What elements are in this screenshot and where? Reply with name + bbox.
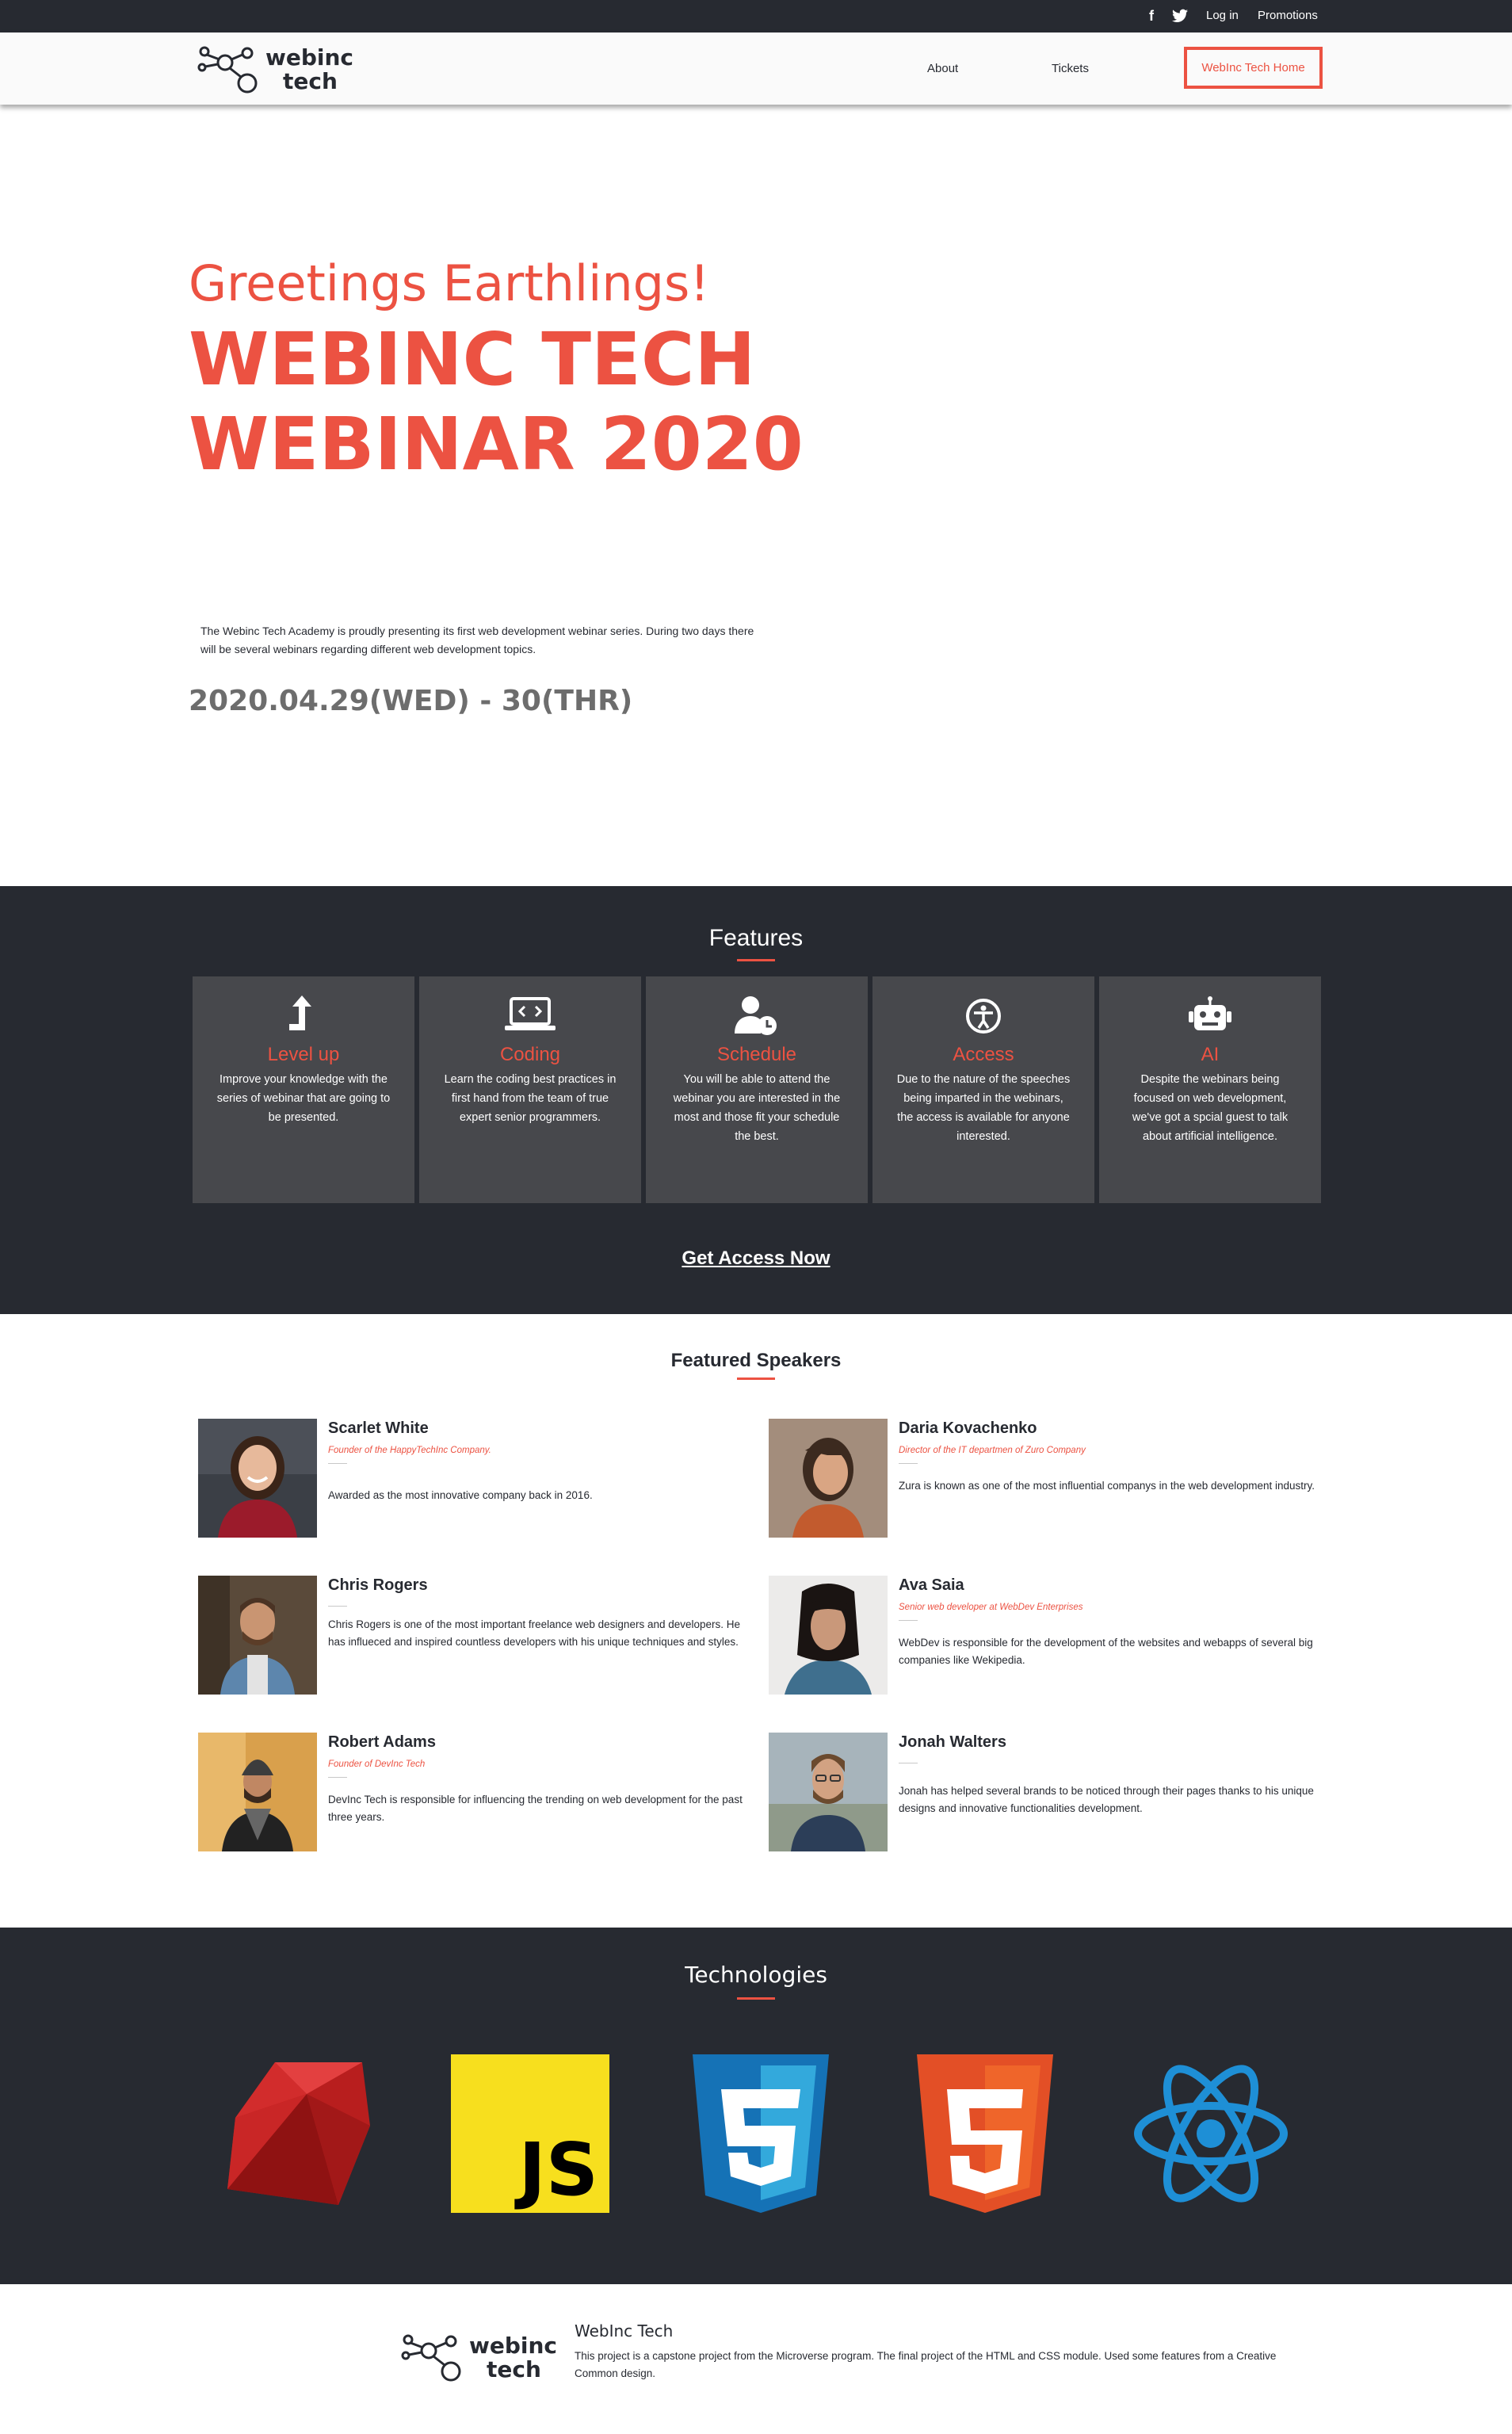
speaker-divider — [328, 1777, 347, 1778]
speaker-photo-chris-rogers — [198, 1576, 317, 1695]
technologies-heading: Technologies — [685, 1962, 827, 1988]
footer-logo-text-line1: webinc — [469, 2333, 558, 2359]
top-bar: f Log in Promotions — [0, 0, 1512, 32]
twitter-icon[interactable] — [1171, 7, 1189, 25]
speaker-bio: DevInc Tech is responsible for influenci… — [328, 1794, 743, 1823]
main-header: webinc tech About Tickets WebInc Tech Ho… — [0, 32, 1512, 105]
speaker-role: Founder of DevInc Tech — [328, 1760, 426, 1769]
speaker-photo-scarlet-white — [198, 1419, 317, 1538]
speaker-card: Jonah Walters Jonah has helped several b… — [769, 1733, 1323, 1851]
speaker-name: Daria Kovachenko — [899, 1420, 1037, 1437]
speaker-card: Robert Adams Founder of DevInc Tech DevI… — [198, 1733, 753, 1851]
react-logo — [1134, 2065, 1288, 2203]
robot-icon — [1099, 995, 1321, 1037]
feature-card: Access Due to the nature of the speeches… — [872, 976, 1094, 1203]
speaker-bio: WebDev is responsible for the developmen… — [899, 1637, 1313, 1666]
promotions-link[interactable]: Promotions — [1258, 9, 1318, 23]
hero-greeting: Greetings Earthlings! — [189, 254, 710, 312]
speaker-divider — [899, 1463, 918, 1464]
html5-logo — [917, 2054, 1053, 2213]
speaker-photo-daria-kovachenko — [769, 1419, 888, 1538]
feature-title: Level up — [267, 1044, 340, 1065]
speaker-photo-robert-adams — [198, 1733, 317, 1851]
feature-text: Due to the nature of the speeches being … — [896, 1073, 1071, 1143]
speaker-bio: Chris Rogers is one of the most importan… — [328, 1618, 741, 1648]
technologies-section: Technologies JS — [0, 1928, 1512, 2284]
speaker-role: Director of the IT departmen of Zuro Com… — [899, 1446, 1086, 1455]
css3-logo — [693, 2054, 829, 2213]
speaker-name: Jonah Walters — [899, 1733, 1006, 1751]
feature-text: Learn the coding best practices in first… — [444, 1073, 617, 1124]
logo-molecule-icon — [401, 2334, 461, 2382]
speaker-card: Ava Saia Senior web developer at WebDev … — [769, 1576, 1323, 1695]
feature-card: Level up Improve your knowledge with the… — [193, 976, 414, 1203]
level-up-icon — [193, 995, 414, 1037]
speaker-name: Robert Adams — [328, 1733, 436, 1751]
user-clock-icon — [646, 995, 868, 1037]
speaker-card: Scarlet White Founder of the HappyTechIn… — [198, 1419, 753, 1538]
speaker-name: Ava Saia — [899, 1576, 964, 1594]
footer-title: WebInc Tech — [575, 2321, 674, 2340]
feature-card: Coding Learn the coding best practices i… — [419, 976, 641, 1203]
features-section: Features Level up Improve your knowledge… — [0, 886, 1512, 1314]
feature-text: Improve your knowledge with the series o… — [216, 1073, 391, 1124]
get-access-link[interactable]: Get Access Now — [682, 1248, 830, 1269]
footer-logo-text-line2: tech — [487, 2356, 541, 2382]
speaker-card: Chris Rogers Chris Rogers is one of the … — [198, 1576, 753, 1695]
speaker-name: Chris Rogers — [328, 1576, 428, 1594]
ruby-logo — [227, 2062, 370, 2205]
speaker-name: Scarlet White — [328, 1420, 429, 1437]
get-access-wrapper: Get Access Now — [0, 1247, 1512, 1270]
feature-title: Access — [953, 1044, 1014, 1065]
speaker-divider — [899, 1620, 918, 1621]
speaker-bio: Zura is known as one of the most influen… — [899, 1480, 1315, 1492]
hero-description: The Webinc Tech Academy is proudly prese… — [200, 625, 754, 655]
heading-underline — [737, 1997, 775, 2000]
accessibility-icon — [872, 995, 1094, 1037]
heading-underline — [737, 959, 775, 961]
javascript-logo: JS — [451, 2054, 609, 2213]
speaker-photo-jonah-walters — [769, 1733, 888, 1851]
speaker-role: Founder of the HappyTechInc Company. — [328, 1446, 491, 1455]
hero-date: 2020.04.29(WED) - 30(THR) — [189, 685, 633, 717]
feature-text: Despite the webinars being focused on we… — [1132, 1073, 1289, 1143]
features-heading: Features — [708, 925, 804, 951]
heading-underline — [737, 1377, 775, 1380]
logo-molecule-icon — [197, 46, 258, 94]
speaker-role: Senior web developer at WebDev Enterpris… — [899, 1603, 1083, 1612]
logo-text-line1: webinc — [265, 44, 354, 71]
speaker-photo-ava-saia — [769, 1576, 888, 1695]
facebook-icon[interactable]: f — [1143, 7, 1160, 25]
javascript-logo-text: JS — [518, 2127, 599, 2212]
speaker-bio: Jonah has helped several brands to be no… — [899, 1785, 1314, 1814]
nav-about[interactable]: About — [927, 62, 958, 76]
laptop-code-icon — [419, 995, 641, 1037]
logo-text-line2: tech — [283, 68, 338, 94]
feature-card: AI Despite the webinars being focused on… — [1099, 976, 1321, 1203]
feature-title: Schedule — [716, 1044, 797, 1065]
speaker-divider — [328, 1463, 347, 1464]
speakers-heading: Featured Speakers — [670, 1350, 842, 1371]
feature-title: AI — [1201, 1044, 1220, 1065]
hero-title: WEBINC TECH WEBINAR 2020 — [189, 317, 804, 487]
speaker-divider — [328, 1606, 347, 1607]
nav-tickets[interactable]: Tickets — [1052, 62, 1089, 76]
feature-text: You will be able to attend the webinar y… — [673, 1073, 841, 1143]
speaker-bio: Awarded as the most innovative company b… — [328, 1489, 593, 1501]
webinc-home-button[interactable]: WebInc Tech Home — [1184, 47, 1323, 89]
footer-text: This project is a capstone project from … — [575, 2350, 1277, 2379]
feature-card: Schedule You will be able to attend the … — [646, 976, 868, 1203]
speaker-card: Daria Kovachenko Director of the IT depa… — [769, 1419, 1323, 1538]
login-link[interactable]: Log in — [1206, 9, 1239, 23]
feature-title: Coding — [499, 1044, 561, 1065]
